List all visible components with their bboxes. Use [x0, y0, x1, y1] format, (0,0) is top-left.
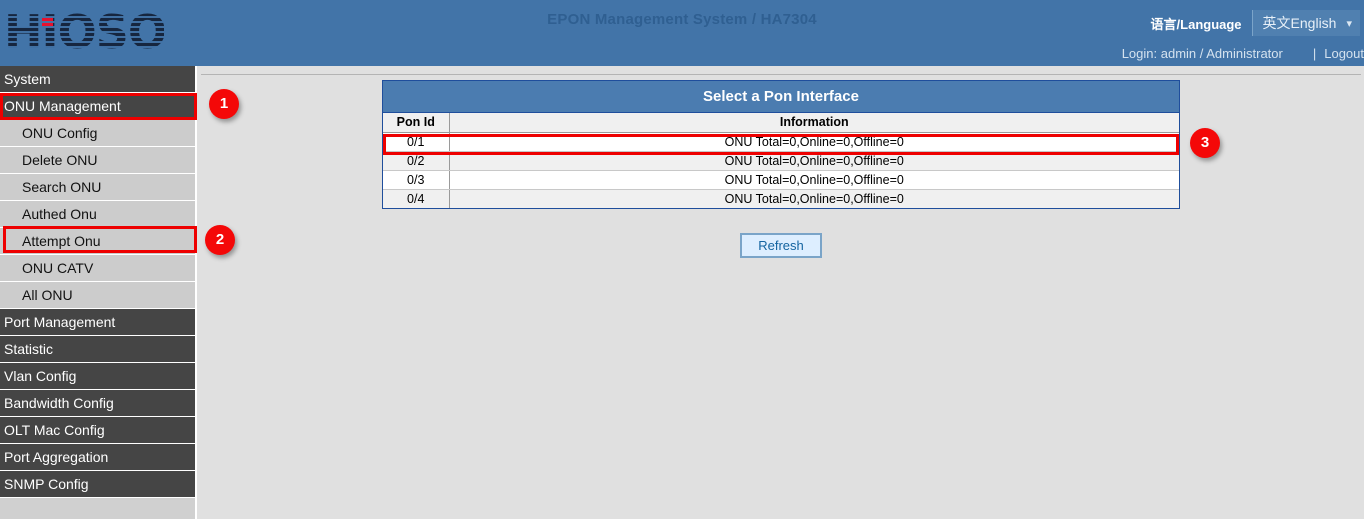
pon-interface-table: Pon Id Information 0/1 ONU Total=0,Onlin…	[383, 113, 1179, 208]
sidebar-item-port-management[interactable]: Port Management	[0, 309, 195, 336]
cell-information: ONU Total=0,Online=0,Offline=0	[449, 189, 1179, 208]
refresh-button-container: Refresh	[382, 233, 1180, 258]
column-header-information: Information	[449, 113, 1179, 132]
logout-link[interactable]: Logout	[1324, 46, 1364, 61]
logo-wordmark: HIOSO	[4, 6, 164, 58]
annotation-badge-2: 2	[205, 225, 235, 255]
sidebar-item-bandwidth-config[interactable]: Bandwidth Config	[0, 390, 195, 417]
column-header-pon-id: Pon Id	[383, 113, 449, 132]
sidebar-item-search-onu[interactable]: Search ONU	[0, 174, 195, 201]
sidebar-item-vlan-config[interactable]: Vlan Config	[0, 363, 195, 390]
page-root: HIOSO EPON Management System / HA7304 语言…	[0, 0, 1364, 519]
sidebar-item-onu-management[interactable]: ONU Management	[0, 93, 195, 120]
sidebar-item-all-onu[interactable]: All ONU	[0, 282, 195, 309]
sidebar-item-onu-config[interactable]: ONU Config	[0, 120, 195, 147]
login-separator: |	[1313, 46, 1316, 61]
cell-pon-id: 0/3	[383, 170, 449, 189]
sidebar-item-snmp-config[interactable]: SNMP Config	[0, 471, 195, 498]
cell-information: ONU Total=0,Online=0,Offline=0	[449, 132, 1179, 151]
cell-pon-id: 0/2	[383, 151, 449, 170]
cell-information: ONU Total=0,Online=0,Offline=0	[449, 170, 1179, 189]
table-row[interactable]: 0/4 ONU Total=0,Online=0,Offline=0	[383, 189, 1179, 208]
language-selected-value: 英文English	[1263, 13, 1337, 33]
sidebar-item-system[interactable]: System	[0, 66, 195, 93]
annotation-badge-1: 1	[209, 89, 239, 119]
hioso-logo: HIOSO	[4, 6, 164, 58]
table-header-row: Pon Id Information	[383, 113, 1179, 132]
sidebar-item-onu-catv[interactable]: ONU CATV	[0, 255, 195, 282]
sidebar-item-statistic[interactable]: Statistic	[0, 336, 195, 363]
language-label: 语言/Language	[1151, 14, 1242, 33]
cell-pon-id: 0/4	[383, 189, 449, 208]
logo-accent-mark	[42, 17, 53, 28]
table-row[interactable]: 0/3 ONU Total=0,Online=0,Offline=0	[383, 170, 1179, 189]
app-header: HIOSO EPON Management System / HA7304 语言…	[0, 0, 1364, 66]
pon-interface-panel: Select a Pon Interface Pon Id Informatio…	[382, 80, 1180, 209]
cell-pon-id: 0/1	[383, 132, 449, 151]
table-row[interactable]: 0/1 ONU Total=0,Online=0,Offline=0	[383, 132, 1179, 151]
table-row[interactable]: 0/2 ONU Total=0,Online=0,Offline=0	[383, 151, 1179, 170]
login-status-bar: Login: admin / Administrator | Logout	[1122, 42, 1364, 64]
language-selector-group: 语言/Language 英文English ▾	[1151, 10, 1360, 36]
sidebar-item-olt-mac-config[interactable]: OLT Mac Config	[0, 417, 195, 444]
sidebar-nav: System ONU Management ONU Config Delete …	[0, 66, 197, 519]
language-dropdown[interactable]: 英文English ▾	[1252, 10, 1360, 36]
sidebar-item-authed-onu[interactable]: Authed Onu	[0, 201, 195, 228]
annotation-badge-3: 3	[1190, 128, 1220, 158]
refresh-button[interactable]: Refresh	[740, 233, 822, 258]
panel-title: Select a Pon Interface	[383, 81, 1179, 113]
chevron-down-icon: ▾	[1346, 17, 1352, 30]
content-divider	[201, 74, 1361, 75]
main-content: Select a Pon Interface Pon Id Informatio…	[199, 66, 1364, 519]
cell-information: ONU Total=0,Online=0,Offline=0	[449, 151, 1179, 170]
sidebar-item-port-aggregation[interactable]: Port Aggregation	[0, 444, 195, 471]
login-user-text: Login: admin / Administrator	[1122, 46, 1283, 61]
sidebar-item-delete-onu[interactable]: Delete ONU	[0, 147, 195, 174]
sidebar-item-attempt-onu[interactable]: Attempt Onu	[0, 228, 195, 255]
